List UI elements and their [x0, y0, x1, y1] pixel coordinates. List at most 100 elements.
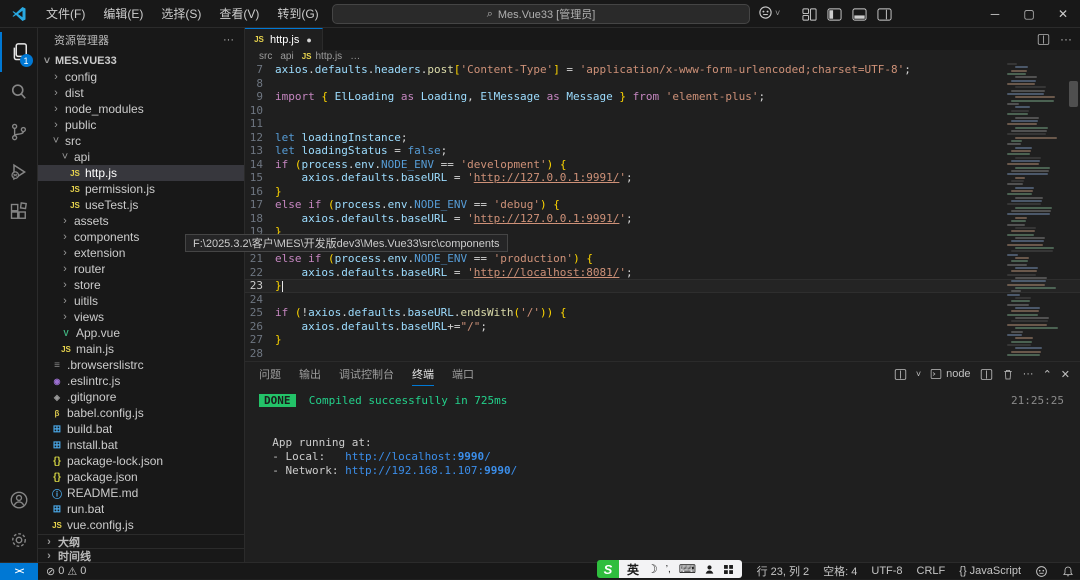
minimize-button[interactable]: ─ — [978, 0, 1012, 28]
code-editor[interactable]: 7axios.defaults.headers.post['Content-Ty… — [245, 63, 1080, 361]
tree-item-uitils[interactable]: ›uitils — [38, 293, 244, 309]
tree-item-run.bat[interactable]: ⊞run.bat — [38, 501, 244, 517]
tree-item-api[interactable]: ˅api — [38, 149, 244, 165]
chevron-down-icon[interactable]: ˅ — [916, 369, 921, 379]
menu-item-1[interactable]: 编辑(E) — [95, 2, 151, 25]
tree-item-views[interactable]: ›views — [38, 309, 244, 325]
ime-night-mode-icon[interactable]: ☽ — [647, 562, 658, 576]
panel-tab-端口[interactable]: 端口 — [452, 362, 474, 386]
indentation[interactable]: 空格: 4 — [823, 563, 857, 579]
tree-item-package-lock.json[interactable]: {}package-lock.json — [38, 453, 244, 469]
search-view-icon[interactable] — [0, 72, 38, 112]
crumb-src[interactable]: src — [259, 51, 272, 62]
encoding[interactable]: UTF-8 — [871, 565, 902, 577]
crumb-file[interactable]: http.js — [316, 51, 343, 62]
search-text: Mes.Vue33 [管理员] — [498, 6, 595, 22]
tree-item-babel.config.js[interactable]: βbabel.config.js — [38, 405, 244, 421]
tree-item-.eslintrc.js[interactable]: ◉.eslintrc.js — [38, 373, 244, 389]
outline-section[interactable]: › 大纲 — [38, 534, 244, 548]
menu-item-0[interactable]: 文件(F) — [38, 2, 93, 25]
breadcrumb[interactable]: src api JS http.js … — [245, 50, 1080, 63]
eol-sequence[interactable]: CRLF — [917, 565, 946, 577]
account-icon[interactable] — [0, 480, 38, 520]
notifications-bell-icon[interactable] — [1062, 565, 1074, 578]
panel-tab-问题[interactable]: 问题 — [259, 362, 281, 386]
tree-item-README.md[interactable]: ⓘREADME.md — [38, 485, 244, 501]
tree-item-label: permission.js — [85, 182, 155, 196]
timeline-section[interactable]: › 时间线 — [38, 548, 244, 562]
sogou-logo-icon[interactable]: S — [597, 560, 619, 578]
crumb-symbol[interactable]: … — [350, 51, 360, 62]
maximize-panel-icon[interactable]: ⌃ — [1043, 368, 1052, 381]
tab-http-js[interactable]: JS http.js ● — [245, 28, 323, 50]
tree-item-assets[interactable]: ›assets — [38, 213, 244, 229]
crumb-api[interactable]: api — [280, 51, 293, 62]
tree-item-router[interactable]: ›router — [38, 261, 244, 277]
settings-gear-icon[interactable] — [0, 520, 38, 560]
panel-more-icon[interactable]: ··· — [1023, 368, 1034, 380]
menu-item-4[interactable]: 转到(G) — [269, 2, 326, 25]
close-button[interactable]: ✕ — [1046, 0, 1080, 28]
ime-punctuation-toggle[interactable]: ’, — [666, 564, 671, 575]
tree-item-config[interactable]: ›config — [38, 69, 244, 85]
maximize-button[interactable]: ▢ — [1012, 0, 1046, 28]
toggle-secondary-sidebar-icon[interactable] — [877, 7, 892, 22]
kill-terminal-icon[interactable] — [1002, 368, 1014, 381]
explorer-icon[interactable]: 1 — [0, 32, 38, 72]
language-mode[interactable]: {} JavaScript — [959, 565, 1021, 577]
customize-layout-icon[interactable] — [802, 7, 817, 22]
tree-item-.browserslistrc[interactable]: ≡.browserslistrc — [38, 357, 244, 373]
source-control-icon[interactable] — [0, 112, 38, 152]
split-editor-icon[interactable] — [1037, 33, 1050, 46]
sidebar-more-icon[interactable]: ··· — [223, 34, 234, 46]
tree-item-dist[interactable]: ›dist — [38, 85, 244, 101]
line-number: 12 — [245, 131, 275, 145]
tree-item-.gitignore[interactable]: ◈.gitignore — [38, 389, 244, 405]
remote-indicator[interactable]: >< — [0, 563, 38, 580]
copilot-status-icon[interactable] — [1035, 565, 1048, 578]
minimap[interactable] — [1006, 63, 1058, 361]
toggle-panel-icon[interactable] — [852, 7, 867, 22]
command-center-search[interactable]: ⌕ Mes.Vue33 [管理员] — [332, 4, 750, 24]
run-debug-icon[interactable] — [0, 152, 38, 192]
editor-more-icon[interactable]: ··· — [1060, 32, 1072, 46]
ime-toolbar[interactable]: S 英 ☽ ’, ⌨ — [597, 560, 742, 578]
modified-dot-icon[interactable]: ● — [306, 35, 311, 45]
panel-tab-终端[interactable]: 终端 — [412, 362, 434, 386]
close-panel-icon[interactable]: ✕ — [1061, 368, 1070, 381]
tree-item-permission.js[interactable]: JSpermission.js — [38, 181, 244, 197]
tree-root[interactable]: ˅ MES.VUE33 — [38, 52, 244, 69]
editor-scrollbar[interactable] — [1069, 81, 1078, 107]
terminal-instance[interactable]: node — [930, 368, 970, 380]
menu-item-3[interactable]: 查看(V) — [211, 2, 267, 25]
problems-status[interactable]: ⊘ 0 ⚠ 0 — [46, 565, 86, 578]
cursor-position[interactable]: 行 23, 列 2 — [757, 563, 810, 579]
tree-item-package.json[interactable]: {}package.json — [38, 469, 244, 485]
tree-item-http.js[interactable]: JShttp.js — [38, 165, 244, 181]
copilot-icon[interactable]: ˅ — [758, 5, 780, 20]
ime-profile-icon[interactable] — [704, 564, 715, 575]
tree-item-node_modules[interactable]: ›node_modules — [38, 101, 244, 117]
panel-tab-输出[interactable]: 输出 — [299, 362, 321, 386]
launch-profile-icon[interactable] — [894, 368, 907, 381]
terminal-output[interactable]: DONE Compiled successfully in 725ms App … — [245, 386, 1080, 478]
json-file-icon: {} — [51, 456, 63, 467]
tree-item-src[interactable]: ˅src — [38, 133, 244, 149]
tree-item-store[interactable]: ›store — [38, 277, 244, 293]
tree-item-public[interactable]: ›public — [38, 117, 244, 133]
ime-language-toggle[interactable]: 英 — [627, 561, 639, 578]
tree-item-install.bat[interactable]: ⊞install.bat — [38, 437, 244, 453]
panel-tab-调试控制台[interactable]: 调试控制台 — [339, 362, 394, 386]
menu-item-2[interactable]: 选择(S) — [153, 2, 209, 25]
tree-item-vue.config.js[interactable]: JSvue.config.js — [38, 517, 244, 533]
tree-item-useTest.js[interactable]: JSuseTest.js — [38, 197, 244, 213]
split-terminal-icon[interactable] — [980, 368, 993, 381]
ime-virtual-keyboard-icon[interactable]: ⌨ — [679, 562, 696, 576]
tree-item-main.js[interactable]: JSmain.js — [38, 341, 244, 357]
extensions-icon[interactable] — [0, 192, 38, 232]
tree-item-build.bat[interactable]: ⊞build.bat — [38, 421, 244, 437]
code-line-12: 12let loadingInstance; — [245, 131, 1080, 145]
toggle-sidebar-icon[interactable] — [827, 7, 842, 22]
ime-toolbox-icon[interactable] — [723, 564, 734, 575]
tree-item-App.vue[interactable]: VApp.vue — [38, 325, 244, 341]
